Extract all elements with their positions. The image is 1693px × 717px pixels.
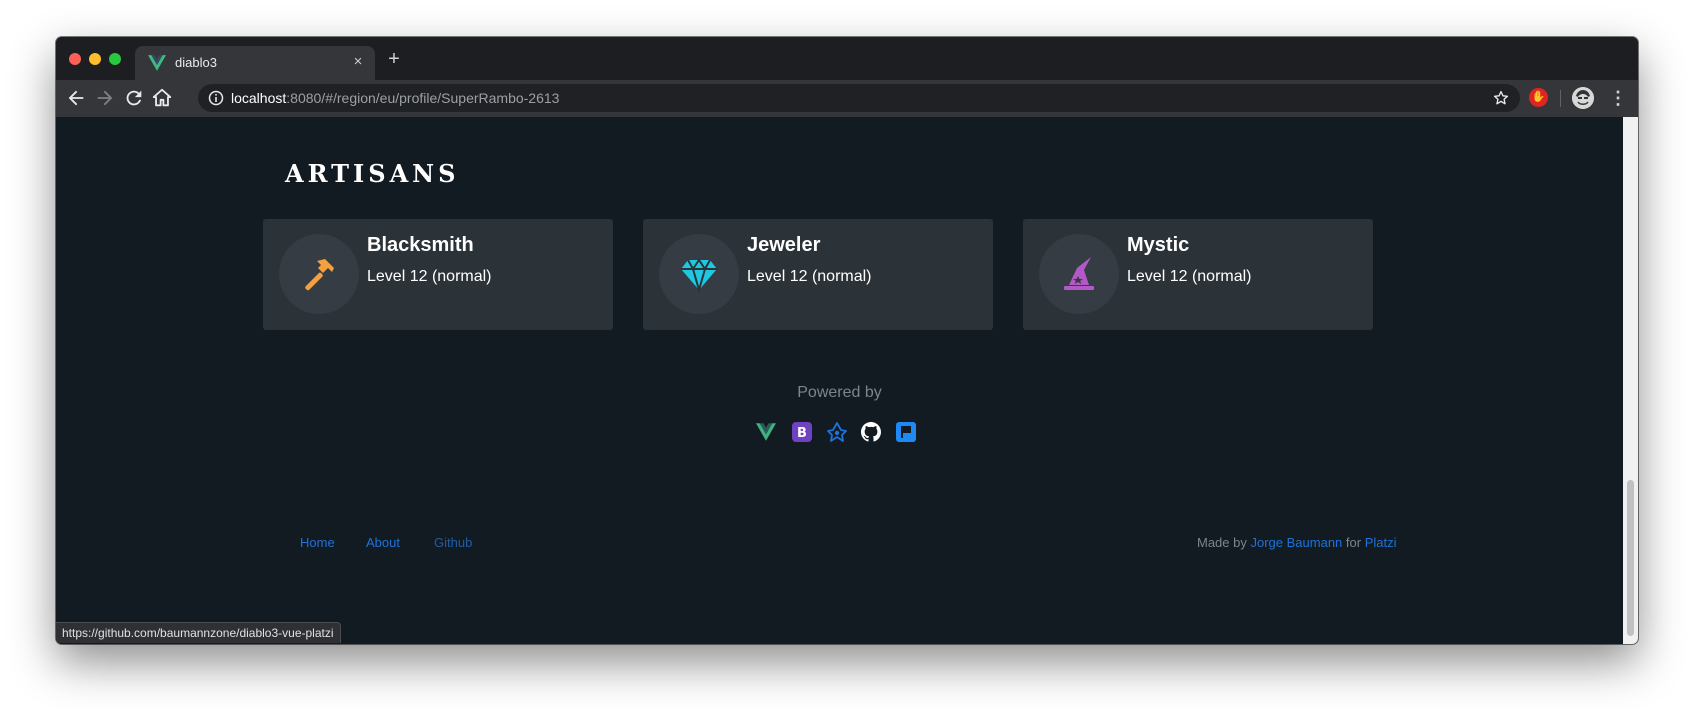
page-viewport: ARTISANS Blacksmith Level 12 (normal) Je… [56, 117, 1623, 644]
platform-link[interactable]: Platzi [1365, 535, 1397, 550]
hammer-icon [305, 259, 334, 291]
svg-text:B: B [797, 426, 807, 441]
artisan-name: Mystic [1127, 234, 1190, 256]
toolbar-divider [1560, 90, 1561, 107]
powered-by-icons: B [756, 422, 936, 442]
diamond-icon [681, 258, 717, 294]
tab-close-icon[interactable]: × [349, 53, 367, 71]
browser-window: diablo3 × + localhost:8080/#/region/eu/p… [56, 37, 1638, 644]
reload-icon[interactable] [123, 87, 145, 109]
browser-tab[interactable]: diablo3 × [135, 46, 375, 80]
artisan-name: Blacksmith [367, 234, 474, 256]
scrollbar-thumb[interactable] [1627, 480, 1634, 636]
star-icon[interactable] [1492, 89, 1510, 107]
vue-favicon-icon [148, 55, 166, 71]
artisan-name: Jeweler [747, 234, 821, 256]
close-window-button[interactable] [69, 53, 81, 65]
artisan-icon-wrap [1039, 234, 1119, 314]
vertical-scrollbar[interactable] [1623, 117, 1638, 644]
artisan-card-mystic: Mystic Level 12 (normal) [1023, 219, 1373, 330]
artisan-level: Level 12 (normal) [367, 268, 492, 285]
artisan-level: Level 12 (normal) [747, 268, 872, 285]
vue-icon[interactable] [756, 422, 776, 442]
extension-icon[interactable]: ✋ [1529, 88, 1548, 107]
artisan-card-blacksmith: Blacksmith Level 12 (normal) [263, 219, 613, 330]
back-icon[interactable] [65, 87, 87, 109]
for-text: for [1345, 535, 1362, 550]
bootstrap-icon[interactable]: B [792, 422, 812, 442]
artisan-card-jeweler: Jeweler Level 12 (normal) [643, 219, 993, 330]
artisans-title: ARTISANS [285, 159, 460, 188]
url-path: :8080/#/region/eu/profile/SuperRambo-261… [286, 90, 560, 106]
info-icon[interactable] [208, 90, 224, 106]
url-host: localhost [231, 90, 287, 106]
menu-icon[interactable]: ⋮ [1609, 88, 1627, 108]
maximize-window-button[interactable] [109, 53, 121, 65]
minimize-window-button[interactable] [89, 53, 101, 65]
wizard-hat-icon [1064, 257, 1094, 290]
new-tab-button[interactable]: + [384, 49, 404, 69]
avatar[interactable] [1572, 87, 1594, 109]
footer-credit: Made by Jorge Baumann for Platzi [1197, 535, 1397, 550]
flag-icon[interactable] [896, 422, 916, 442]
browser-toolbar: localhost:8080/#/region/eu/profile/Super… [56, 80, 1638, 117]
axios-icon[interactable] [827, 422, 847, 442]
github-icon[interactable] [861, 422, 881, 442]
title-bar: diablo3 × + [56, 37, 1638, 80]
tab-title: diablo3 [175, 55, 217, 70]
url-text: localhost:8080/#/region/eu/profile/Super… [231, 90, 559, 106]
status-bar-url: https://github.com/baumannzone/diablo3-v… [56, 622, 341, 643]
artisan-icon-wrap [279, 234, 359, 314]
footer-link-github[interactable]: Github [434, 535, 472, 550]
footer-link-home[interactable]: Home [300, 535, 335, 550]
powered-by-label: Powered by [797, 384, 882, 401]
address-bar[interactable]: localhost:8080/#/region/eu/profile/Super… [198, 84, 1520, 112]
made-by-text: Made by [1197, 535, 1247, 550]
home-icon[interactable] [151, 87, 173, 109]
artisan-icon-wrap [659, 234, 739, 314]
forward-icon[interactable] [94, 87, 116, 109]
artisan-level: Level 12 (normal) [1127, 268, 1252, 285]
footer-link-about[interactable]: About [366, 535, 400, 550]
author-link[interactable]: Jorge Baumann [1251, 535, 1343, 550]
